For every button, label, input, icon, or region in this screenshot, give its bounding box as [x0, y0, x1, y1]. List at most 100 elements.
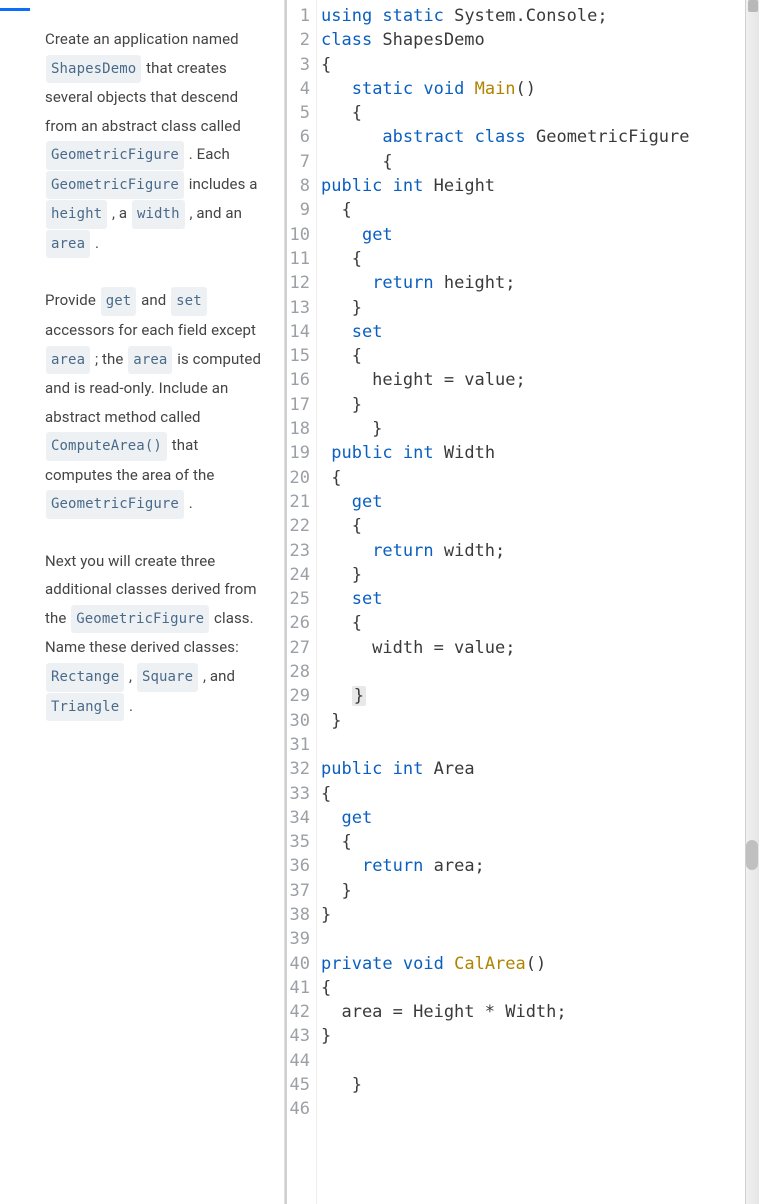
instruction-paragraph-2: Provide get and set accessors for each f… — [45, 286, 264, 518]
code-line[interactable]: class ShapesDemo — [321, 28, 759, 52]
code-chip-geometricfigure: GeometricFigure — [46, 490, 184, 519]
scrollbar-grip[interactable] — [746, 840, 758, 870]
code-chip-triangle: Triangle — [46, 693, 124, 722]
line-number: 1 — [287, 4, 310, 28]
code-line[interactable]: abstract class GeometricFigure — [321, 125, 759, 149]
line-number: 44 — [287, 1049, 310, 1073]
code-line[interactable]: { — [321, 247, 759, 271]
code-line[interactable]: get — [321, 490, 759, 514]
code-chip-geometricfigure: GeometricFigure — [46, 171, 184, 200]
line-number: 15 — [287, 344, 310, 368]
line-number: 13 — [287, 296, 310, 320]
text: . — [91, 234, 99, 252]
code-line[interactable]: } — [321, 903, 759, 927]
code-line[interactable] — [321, 927, 759, 951]
code-line[interactable]: } — [321, 709, 759, 733]
line-number: 24 — [287, 563, 310, 587]
code-line[interactable]: } — [321, 684, 759, 708]
code-line[interactable]: return height; — [321, 271, 759, 295]
code-area[interactable]: using static System.Console;class Shapes… — [317, 0, 759, 1204]
line-number: 31 — [287, 733, 310, 757]
code-line[interactable]: { — [321, 53, 759, 77]
line-number: 9 — [287, 198, 310, 222]
code-line[interactable]: get — [321, 223, 759, 247]
code-line[interactable]: } — [321, 1073, 759, 1097]
code-line[interactable]: { — [321, 514, 759, 538]
line-number: 10 — [287, 223, 310, 247]
code-line[interactable]: set — [321, 320, 759, 344]
line-number: 17 — [287, 393, 310, 417]
line-number: 26 — [287, 611, 310, 635]
code-line[interactable]: public int Height — [321, 174, 759, 198]
line-number: 18 — [287, 417, 310, 441]
code-line[interactable]: { — [321, 150, 759, 174]
code-line[interactable]: return area; — [321, 854, 759, 878]
line-number: 40 — [287, 952, 310, 976]
code-line[interactable]: } — [321, 563, 759, 587]
code-line[interactable] — [321, 660, 759, 684]
code-line[interactable]: { — [321, 830, 759, 854]
code-chip-area: area — [128, 346, 172, 375]
line-number: 23 — [287, 539, 310, 563]
line-number: 3 — [287, 53, 310, 77]
code-chip-square: Square — [137, 663, 198, 692]
code-line[interactable]: using static System.Console; — [321, 4, 759, 28]
code-line[interactable]: { — [321, 101, 759, 125]
code-editor-pane[interactable]: 1234567891011121314151617181920212223242… — [285, 0, 759, 1204]
text: and — [137, 291, 170, 309]
vertical-scrollbar[interactable] — [745, 0, 759, 1204]
line-number: 12 — [287, 271, 310, 295]
code-line[interactable]: } — [321, 879, 759, 903]
text: , — [125, 667, 136, 685]
line-number: 29 — [287, 684, 310, 708]
code-chip-area: area — [46, 346, 90, 375]
code-line[interactable]: { — [321, 976, 759, 1000]
line-number: 43 — [287, 1024, 310, 1048]
text: ; the — [91, 350, 127, 368]
code-line[interactable]: width = value; — [321, 636, 759, 660]
code-line[interactable] — [321, 1049, 759, 1073]
line-number: 32 — [287, 757, 310, 781]
code-chip-height: height — [46, 200, 107, 229]
code-line[interactable]: { — [321, 466, 759, 490]
code-line[interactable]: } — [321, 417, 759, 441]
code-line[interactable]: get — [321, 806, 759, 830]
code-chip-shapesdemo: ShapesDemo — [46, 55, 141, 84]
code-line[interactable]: public int Width — [321, 441, 759, 465]
line-number: 33 — [287, 782, 310, 806]
instructions-pane: Create an application named ShapesDemo t… — [0, 0, 285, 1204]
code-line[interactable]: public int Area — [321, 757, 759, 781]
code-line[interactable]: { — [321, 198, 759, 222]
code-line[interactable]: return width; — [321, 539, 759, 563]
line-number: 45 — [287, 1073, 310, 1097]
text: accessors for each field except — [45, 321, 256, 339]
code-line[interactable]: set — [321, 587, 759, 611]
line-number: 14 — [287, 320, 310, 344]
code-chip-get: get — [101, 287, 137, 316]
line-number: 21 — [287, 490, 310, 514]
code-line[interactable] — [321, 733, 759, 757]
code-chip-set: set — [171, 287, 207, 316]
line-number: 38 — [287, 903, 310, 927]
line-number: 41 — [287, 976, 310, 1000]
code-chip-computearea: ComputeArea() — [46, 432, 167, 461]
line-number: 4 — [287, 77, 310, 101]
code-line[interactable]: height = value; — [321, 368, 759, 392]
text: , and — [199, 667, 235, 685]
code-line[interactable]: { — [321, 344, 759, 368]
code-line[interactable]: } — [321, 393, 759, 417]
code-line[interactable] — [321, 1097, 759, 1121]
code-line[interactable]: private void CalArea() — [321, 952, 759, 976]
instructions-text: Create an application named ShapesDemo t… — [45, 25, 264, 721]
line-number-gutter: 1234567891011121314151617181920212223242… — [287, 0, 317, 1204]
line-number: 22 — [287, 514, 310, 538]
code-line[interactable]: static void Main() — [321, 77, 759, 101]
code-line[interactable]: { — [321, 611, 759, 635]
code-line[interactable]: } — [321, 296, 759, 320]
line-number: 25 — [287, 587, 310, 611]
code-line[interactable]: { — [321, 782, 759, 806]
line-number: 8 — [287, 174, 310, 198]
code-line[interactable]: area = Height * Width; — [321, 1000, 759, 1024]
code-line[interactable]: } — [321, 1024, 759, 1048]
line-number: 5 — [287, 101, 310, 125]
